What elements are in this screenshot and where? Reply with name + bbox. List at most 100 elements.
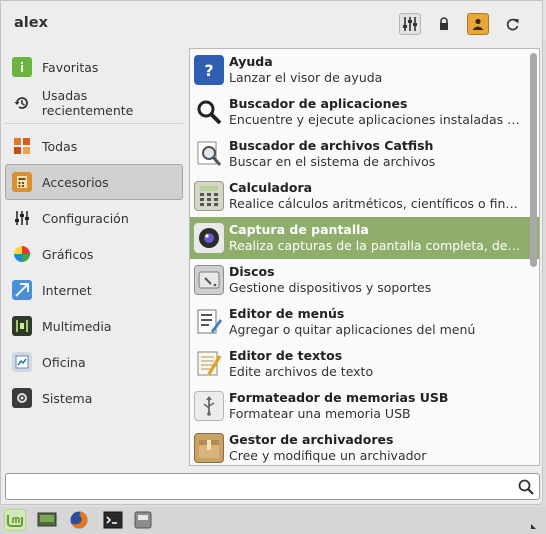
category-favoritas[interactable]: Favoritas <box>5 49 183 85</box>
application-list-scrollbar[interactable] <box>530 51 537 463</box>
files-icon <box>134 511 152 529</box>
app-title: Discos <box>229 264 275 279</box>
multimedia-icon <box>12 316 32 336</box>
category-sistema[interactable]: Sistema <box>5 380 183 416</box>
category-label: Accesorios <box>42 174 109 190</box>
sidebar-divider <box>5 123 183 124</box>
app-description: Edite archivos de texto <box>229 364 374 379</box>
control-center-button[interactable] <box>399 13 421 35</box>
terminal-launcher[interactable] <box>102 509 124 531</box>
category-configuracion[interactable]: Configuración <box>5 200 183 236</box>
app-title: Ayuda <box>229 54 273 69</box>
app-title: Formateador de memorias USB <box>229 390 449 405</box>
app-title: Gestor de archivadores <box>229 432 394 447</box>
category-label: Favoritas <box>42 59 99 75</box>
category-label: Gráficos <box>42 246 94 262</box>
graphics-icon <box>12 244 32 264</box>
category-graficos[interactable]: Gráficos <box>5 236 183 272</box>
firefox-launcher[interactable] <box>68 509 90 531</box>
category-sidebar: Favoritas Usadas recientemente Todas Acc… <box>5 49 183 416</box>
app-title: Editor de menús <box>229 306 345 321</box>
app-title: Buscador de archivos Catfish <box>229 138 434 153</box>
username-label: alex <box>14 15 48 31</box>
archive-manager-icon <box>194 433 224 463</box>
app-item-formateador-usb[interactable]: Formateador de memorias USB Formatear una… <box>190 385 539 427</box>
text-editor-icon <box>194 349 224 379</box>
system-icon <box>12 388 32 408</box>
category-accesorios[interactable]: Accesorios <box>5 164 183 200</box>
category-label: Todas <box>42 138 78 154</box>
search-box[interactable] <box>5 473 540 500</box>
logout-button[interactable] <box>502 13 524 35</box>
app-description: Lanzar el visor de ayuda <box>229 70 383 85</box>
lock-screen-button[interactable] <box>433 13 455 35</box>
app-description: Realiza capturas de la pantalla completa… <box>229 238 521 253</box>
category-label: Multimedia <box>42 318 112 334</box>
app-title: Editor de textos <box>229 348 343 363</box>
mint-menu-icon <box>7 515 23 527</box>
catfish-icon <box>194 139 224 169</box>
category-label: Internet <box>42 282 92 298</box>
app-item-calculadora[interactable]: Calculadora Realice cálculos aritméticos,… <box>190 175 539 217</box>
app-item-buscador-aplicaciones[interactable]: Buscador de aplicaciones Encuentre y ejec… <box>190 91 539 133</box>
control-center-icon <box>403 17 417 31</box>
category-usadas-recientemente[interactable]: Usadas recientemente <box>5 85 183 121</box>
app-item-editor-de-menus[interactable]: Editor de menús Agregar o quitar aplicaci… <box>190 301 539 343</box>
application-menu: alex Favoritas Usadas recientemente Toda… <box>0 0 543 505</box>
menu-header: alex <box>1 1 544 47</box>
app-item-ayuda[interactable]: ? Ayuda Lanzar el visor de ayuda <box>190 49 539 91</box>
resize-grip-icon <box>531 524 536 529</box>
category-label: Usadas recientemente <box>41 88 134 118</box>
logout-icon <box>506 18 519 31</box>
category-label: Sistema <box>42 390 93 406</box>
app-description: Gestione dispositivos y soportes <box>229 280 432 295</box>
files-launcher[interactable] <box>132 509 154 531</box>
switch-user-button[interactable] <box>467 13 489 35</box>
svg-text:?: ? <box>204 61 213 80</box>
app-description: Buscar en el sistema de archivos <box>229 154 436 169</box>
screenshot-icon <box>194 223 224 253</box>
usb-icon <box>194 391 224 421</box>
app-description: Realice cálculos aritméticos, científico… <box>229 196 521 211</box>
category-label: Configuración <box>42 210 129 226</box>
app-title: Calculadora <box>229 180 313 195</box>
disks-icon <box>194 265 224 295</box>
show-desktop-button[interactable] <box>36 509 58 531</box>
app-description: Cree y modifique un archivador <box>229 448 427 463</box>
app-item-editor-de-textos[interactable]: Editor de textos Edite archivos de texto <box>190 343 539 385</box>
app-finder-icon <box>194 97 224 127</box>
calculator-icon <box>194 181 224 211</box>
menu-editor-icon <box>194 307 224 337</box>
category-todas[interactable]: Todas <box>5 128 183 164</box>
user-switch-icon <box>472 18 484 30</box>
internet-icon <box>12 280 32 300</box>
app-description: Agregar o quitar aplicaciones del menú <box>229 322 476 337</box>
show-desktop-icon <box>37 512 57 527</box>
search-icon[interactable] <box>517 478 535 496</box>
app-item-gestor-de-archivadores[interactable]: Gestor de archivadores Cree y modifique u… <box>190 427 539 465</box>
app-description: Encuentre y ejecute aplicaciones instala… <box>229 112 521 127</box>
search-input[interactable] <box>12 477 512 496</box>
app-item-catfish[interactable]: Buscador de archivos Catfish Buscar en el… <box>190 133 539 175</box>
scrollbar-thumb[interactable] <box>530 53 537 267</box>
settings-icon <box>12 208 32 228</box>
category-oficina[interactable]: Oficina <box>5 344 183 380</box>
help-icon: ? <box>194 55 224 85</box>
app-item-captura-de-pantalla[interactable]: Captura de pantalla Realiza capturas de l… <box>190 217 539 259</box>
app-item-discos[interactable]: Discos Gestione dispositivos y soportes <box>190 259 539 301</box>
category-label: Oficina <box>42 354 86 370</box>
all-apps-icon <box>12 136 32 156</box>
app-description: Formatear una memoria USB <box>229 406 411 421</box>
history-icon <box>12 93 32 113</box>
app-title: Buscador de aplicaciones <box>229 96 408 111</box>
accessories-icon <box>12 172 32 192</box>
category-multimedia[interactable]: Multimedia <box>5 308 183 344</box>
category-internet[interactable]: Internet <box>5 272 183 308</box>
firefox-icon <box>70 511 88 529</box>
application-list: ? Ayuda Lanzar el visor de ayuda Buscador… <box>189 48 540 466</box>
terminal-icon <box>103 511 123 529</box>
star-icon <box>12 57 32 77</box>
mint-menu-button[interactable] <box>4 509 26 531</box>
lock-icon <box>440 17 448 30</box>
bottom-panel <box>0 507 546 534</box>
